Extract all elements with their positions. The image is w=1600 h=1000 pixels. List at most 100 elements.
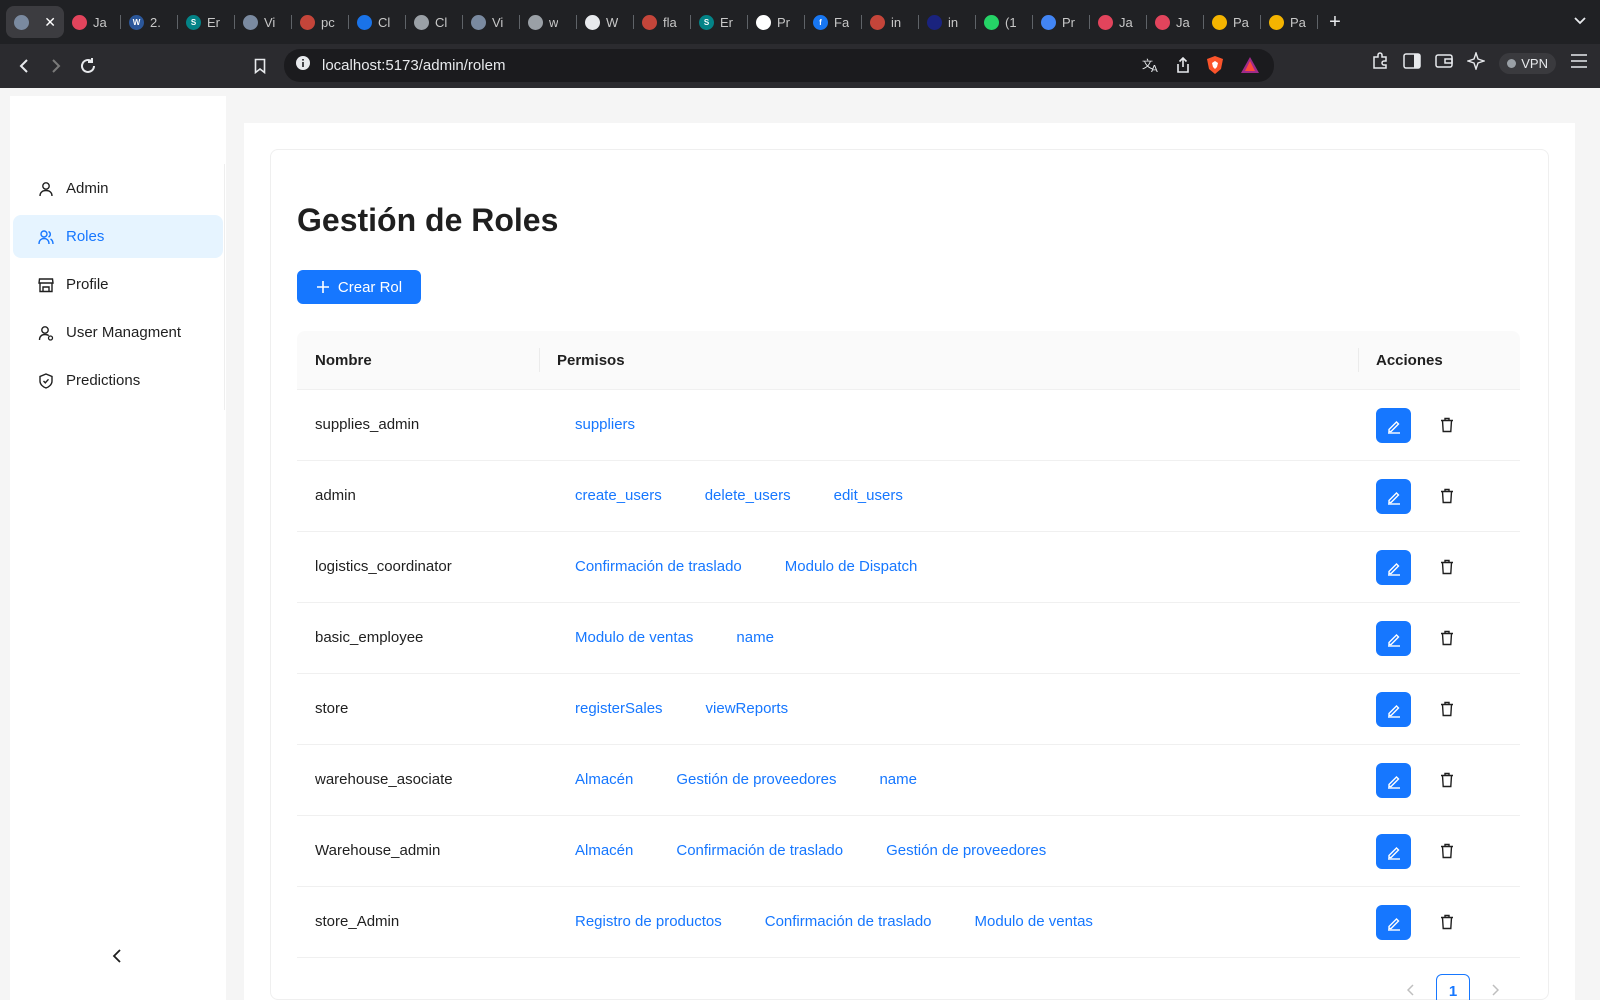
sidebar-item-label: Roles [66,228,105,245]
browser-tab[interactable]: Cl [349,6,406,38]
permission-tag: Modulo de ventas [974,913,1093,930]
sidebar-item-profile[interactable]: Profile [13,263,223,306]
sidebar-divider [224,164,225,410]
collapse-sidebar-icon[interactable] [107,946,127,966]
browser-tab[interactable]: W [577,6,634,38]
forward-icon[interactable] [40,50,72,82]
permission-tag: Modulo de Dispatch [784,558,918,575]
trash-icon [1441,772,1453,788]
browser-tab[interactable]: Pa [1261,6,1318,38]
slides-icon [1212,14,1227,30]
browser-tab[interactable]: Pr [1033,6,1090,38]
edit-role-button[interactable] [1376,550,1411,585]
leo-ai-icon[interactable] [1466,50,1487,75]
facebook-icon: f [813,14,828,30]
browser-tab[interactable]: Ja [1147,6,1204,38]
browser-tab[interactable]: pc [292,6,349,38]
user-gear-icon [38,325,54,341]
tab-title: 2. [150,14,161,30]
vd-icon [756,14,771,30]
edit-role-button[interactable] [1376,692,1411,727]
sidebar-item-admin[interactable]: Admin [13,167,223,210]
browser-tab-bar: ✕ Ja W 2. S Er Vi pc Cl Cl Vi w Wfla S Er Pr f Fa in in (1 Pr… [0,0,1600,44]
svg-text:A: A [1151,64,1158,73]
site-info-icon[interactable] [296,56,310,75]
jira-icon [1155,14,1170,30]
browser-tab[interactable]: in [862,6,919,38]
brave-rewards-icon[interactable] [1240,56,1260,79]
permission-tag: create_users [575,487,662,504]
tab-title: pc [321,14,335,30]
browser-tab[interactable]: Vi [235,6,292,38]
browser-tab[interactable]: f Fa [805,6,862,38]
tab-title: Vi [492,14,504,30]
permission-list: Confirmación de traslado Modulo de Dispat… [575,558,917,575]
browser-tab[interactable]: S Er [691,6,748,38]
menu-icon[interactable] [1570,54,1588,73]
edit-role-button[interactable] [1376,763,1411,798]
sidebar-item-roles[interactable]: Roles [13,215,223,258]
delete-role-button[interactable] [1436,556,1458,578]
browser-tab[interactable]: Pa [1204,6,1261,38]
close-tab-icon[interactable]: ✕ [44,14,56,31]
browser-tab[interactable]: S Er [178,6,235,38]
sharepoint-icon: S [699,14,714,30]
browser-tab[interactable]: Ja [64,6,121,38]
edit-role-button[interactable] [1376,479,1411,514]
translate-icon[interactable]: 文A [1142,57,1160,78]
jira-icon [1098,14,1113,30]
delete-role-button[interactable] [1436,698,1458,720]
new-tab-button[interactable]: + [1318,11,1352,34]
prev-page-icon[interactable] [1404,983,1418,999]
delete-role-button[interactable] [1436,414,1458,436]
address-bar[interactable]: localhost:5173/admin/rolem 文A [284,49,1274,82]
reload-icon[interactable] [72,50,104,82]
next-page-icon[interactable] [1488,983,1502,999]
delete-role-button[interactable] [1436,911,1458,933]
browser-tab[interactable]: Pr [748,6,805,38]
permission-tag: name [736,629,774,646]
browser-tab[interactable]: ✕ [6,6,64,38]
back-icon[interactable] [8,50,40,82]
whatsapp-icon [984,14,999,30]
browser-tab[interactable]: in [919,6,976,38]
delete-role-button[interactable] [1436,627,1458,649]
delete-role-button[interactable] [1436,769,1458,791]
sidebar-item-label: Profile [66,276,109,293]
create-role-button[interactable]: Crear Rol [297,270,421,304]
delete-role-button[interactable] [1436,840,1458,862]
browser-tab[interactable]: (1 [976,6,1033,38]
browser-tab[interactable]: Cl [406,6,463,38]
sidebar-item-user-managment[interactable]: User Managment [13,311,223,354]
share-icon[interactable] [1176,56,1190,78]
create-role-label: Crear Rol [337,278,403,296]
page-number-button[interactable]: 1 [1436,974,1470,1000]
tab-title: Pa [1233,14,1249,30]
sidebar-item-predictions[interactable]: Predictions [13,359,223,402]
wallet-icon[interactable] [1435,53,1454,74]
bookmark-icon[interactable] [244,50,276,82]
extensions-icon[interactable] [1371,52,1389,75]
permission-list: suppliers [575,416,635,433]
edit-role-button[interactable] [1376,834,1411,869]
edit-role-button[interactable] [1376,408,1411,443]
browser-tab[interactable]: Vi [463,6,520,38]
browser-tab[interactable]: Ja [1090,6,1147,38]
delete-role-button[interactable] [1436,485,1458,507]
browser-tab[interactable]: w [520,6,577,38]
browser-tab[interactable]: W 2. [121,6,178,38]
role-name: Warehouse_admin [315,842,441,859]
brave-shield-icon [642,14,657,30]
tab-search-icon[interactable] [1574,12,1586,28]
vpn-button[interactable]: VPN [1499,53,1556,74]
permission-list: Almacén Confirmación de traslado Gestión d… [575,842,1046,859]
table-row: store registerSales viewReports [297,674,1520,745]
slides-icon [1269,14,1284,30]
sidebar-toggle-icon[interactable] [1403,53,1422,74]
tab-title: Vi [264,14,276,30]
browser-tab[interactable]: fla [634,6,691,38]
brave-shields-icon[interactable] [1206,55,1224,80]
edit-role-button[interactable] [1376,905,1411,940]
permission-tag: Confirmación de traslado [575,558,742,575]
edit-role-button[interactable] [1376,621,1411,656]
